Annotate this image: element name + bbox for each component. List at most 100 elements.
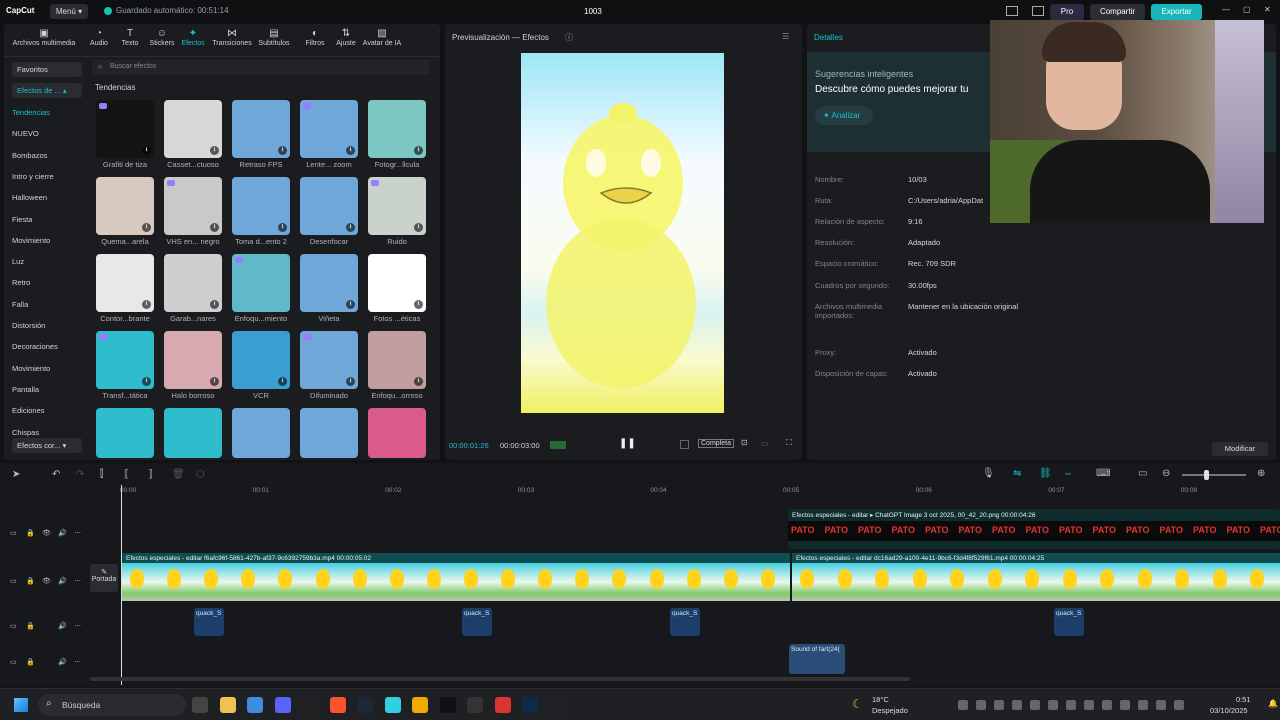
effect-tile[interactable] [368,408,426,458]
effect-tile[interactable]: ⭳ [368,177,426,235]
track-type-icon[interactable]: ▭ [10,577,17,585]
tool-adjust[interactable]: ⇅ Ajuste [334,28,358,47]
sidebar-item[interactable]: Retro [12,278,82,287]
mute-icon[interactable]: 🔊 [58,529,67,537]
preview-video[interactable] [521,53,724,413]
effect-tile[interactable]: ⭳ [164,254,222,312]
effect-tile[interactable] [232,254,290,312]
effect-tile[interactable]: ⭳ [164,100,222,158]
text-tool-icon[interactable] [494,697,511,713]
select-tool-icon[interactable]: ➤ [12,469,20,480]
effect-tile[interactable] [300,408,358,458]
minimize-icon[interactable]: — [1222,5,1230,14]
effect-tile[interactable]: ⭳ [300,177,358,235]
sidebar-item[interactable]: Halloween [12,193,82,202]
screen-icon[interactable]: ▭ [1138,468,1147,479]
sidebar-effects-dropdown[interactable]: Efectos de ... ▴ [12,83,82,98]
tool-filters[interactable]: ◐ Filtros [303,28,327,47]
effect-tile[interactable]: ⭳ [300,331,358,389]
download-icon[interactable]: ⭳ [346,377,355,386]
mic-icon[interactable]: 🎙 [982,468,995,479]
sidebar-item[interactable]: Chispas [12,428,82,437]
windows-start-icon[interactable] [14,698,28,712]
effect-tile[interactable]: ⭳ [300,254,358,312]
analyze-button[interactable]: ✦ Analizar [815,106,873,125]
preview-axis-icon[interactable]: ⇔ [1063,468,1073,479]
effect-tile[interactable]: ⭳ [96,331,154,389]
quack-audio-clip[interactable]: quack_S [462,608,492,636]
capcut-mini-icon[interactable] [384,697,401,713]
effect-tile[interactable]: ⭳ [164,331,222,389]
sidebar-favorites[interactable]: Favoritos [12,62,82,77]
sidebar-item[interactable]: Falla [12,300,82,309]
undo-icon[interactable]: ↶ [52,469,60,480]
app-tray-4[interactable] [1012,700,1022,710]
lock-icon[interactable]: 🔒 [26,658,35,666]
app-tray-7[interactable] [1066,700,1076,710]
sidebar-item[interactable]: Decoraciones [12,342,82,351]
effect-tile[interactable]: ⭳ [164,177,222,235]
video-clip-2[interactable]: Efectos especiales - editar dc16ad29-a10… [792,553,1280,601]
close-icon[interactable]: ✕ [1264,5,1271,14]
tool-subtitles[interactable]: ▤ Subtítulos [257,28,291,47]
caption-icon[interactable]: ⌨ [1096,468,1110,479]
crop-icon[interactable] [680,440,689,449]
shortcuts-icon[interactable] [1032,6,1044,16]
download-icon[interactable]: ⭳ [346,300,355,309]
more-icon[interactable]: ⋯ [74,622,81,630]
photoshop-icon[interactable] [522,697,538,713]
download-icon[interactable]: ⭳ [278,223,287,232]
epic-games-icon[interactable] [302,697,318,713]
sidebar-item[interactable]: Bombazos [12,151,82,160]
effect-tile[interactable]: ⭳ [368,254,426,312]
sidebar-item[interactable]: Pantalla [12,385,82,394]
download-icon[interactable]: ⭳ [414,223,423,232]
tool-text[interactable]: T Texto [118,28,142,47]
quack-audio-clip[interactable]: quack_S [1054,608,1084,636]
more-icon[interactable]: ⋯ [74,529,81,537]
download-icon[interactable]: ⭳ [142,377,151,386]
search-input[interactable]: ⌕ Buscar efectos [92,60,430,75]
effect-tile[interactable] [96,408,154,458]
download-icon[interactable]: ⭳ [346,146,355,155]
lock-icon[interactable]: 🔒 [26,577,35,585]
app-tray-2[interactable] [976,700,986,710]
download-icon[interactable]: ⭳ [142,300,151,309]
notification-icon[interactable]: 🔔 [1268,699,1278,708]
battery-icon[interactable] [1174,700,1184,710]
more-icon[interactable]: ⋯ [74,658,81,666]
maximize-icon[interactable]: ▢ [1243,5,1251,14]
tool-sticker[interactable]: ☺ Stickers [147,28,177,47]
redo-icon[interactable]: ↷ [76,469,84,480]
mute-icon[interactable]: 🔊 [58,658,67,666]
video-clip-1[interactable]: Efectos especiales - editar f6afc96f-586… [122,553,790,601]
mute-icon[interactable]: 🔊 [58,622,67,630]
task-view-icon[interactable] [192,697,208,713]
split-left-icon[interactable]: ⟦ [124,469,129,480]
mic-icon[interactable] [1120,700,1130,710]
download-icon[interactable]: ⭳ [346,223,355,232]
sidebar-item[interactable]: Intro y cierre [12,172,82,181]
delete-icon[interactable]: 🗑 [172,469,185,480]
effect-tile[interactable]: ⭳ [232,100,290,158]
quack-audio-clip[interactable]: quack_S [670,608,700,636]
effect-tile[interactable]: ⭳ [96,100,154,158]
download-icon[interactable]: ⭳ [278,377,287,386]
download-icon[interactable]: ⭳ [142,223,151,232]
sidebar-bottom-dropdown[interactable]: Efectos cor... ▾ [12,438,82,453]
link-icon[interactable]: ⛓ [1039,468,1052,479]
shield-icon[interactable]: ⬡ [196,469,205,480]
steam-icon[interactable] [357,697,373,713]
sidebar-item[interactable]: Distorsión [12,321,82,330]
app-tray-5[interactable] [1030,700,1040,710]
app-tray-6[interactable] [1048,700,1058,710]
sidebar-item[interactable]: Fiesta [12,215,82,224]
image-clip[interactable]: Efectos especiales - editar ▸ ChatGPT Im… [788,509,1280,549]
lock-icon[interactable]: 🔒 [26,622,35,630]
sidebar-item[interactable]: Ediciones [12,406,82,415]
tool-effects[interactable]: ✦ Efectos [179,28,207,47]
info-icon[interactable]: ⓘ [565,32,573,43]
app-tray-1[interactable] [958,700,968,710]
download-icon[interactable]: ⭳ [210,223,219,232]
chrome-icon[interactable] [247,697,263,713]
